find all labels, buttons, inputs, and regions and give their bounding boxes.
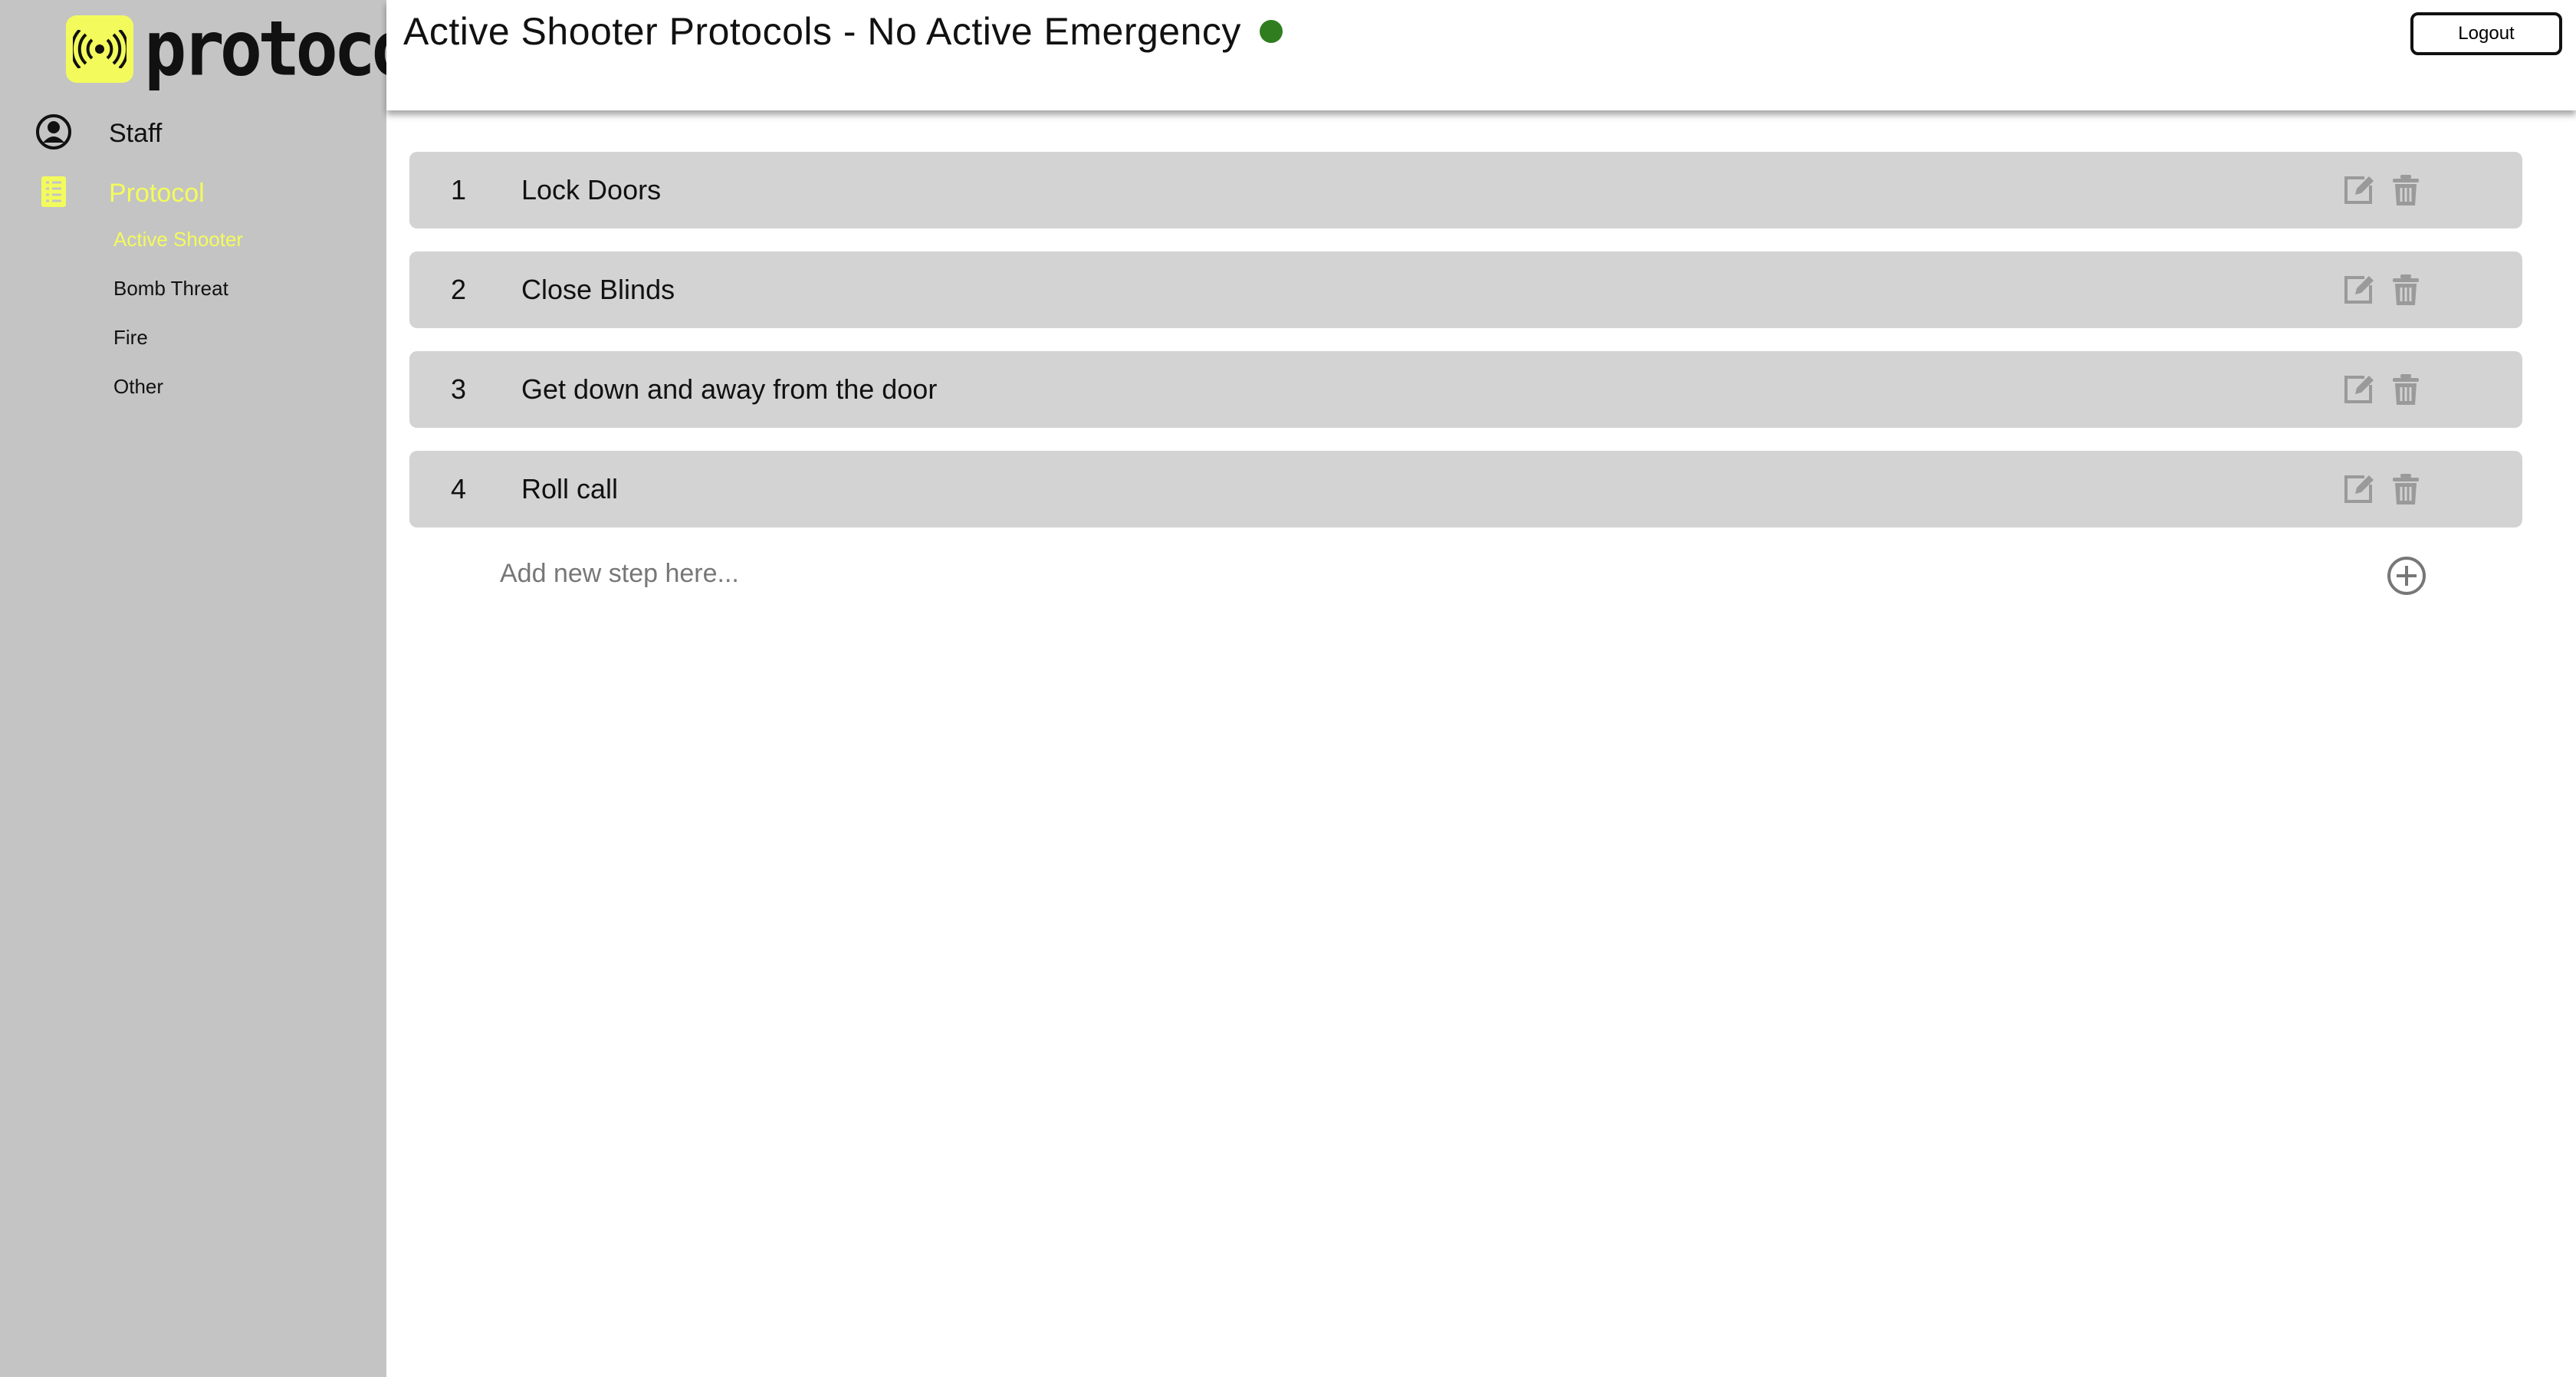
edit-icon[interactable] bbox=[2340, 172, 2377, 209]
checklist-icon bbox=[35, 173, 72, 214]
sidebar-item-label: Protocol bbox=[109, 179, 205, 208]
edit-icon[interactable] bbox=[2340, 371, 2377, 408]
step-number: 1 bbox=[451, 174, 467, 205]
edit-icon[interactable] bbox=[2340, 271, 2377, 308]
trash-icon[interactable] bbox=[2387, 271, 2424, 308]
step-row: 2 Close Blinds bbox=[409, 251, 2522, 328]
step-text: Get down and away from the door bbox=[521, 373, 938, 405]
user-circle-icon bbox=[35, 113, 72, 154]
submenu-item-active-shooter[interactable]: Active Shooter bbox=[113, 225, 243, 274]
header: Active Shooter Protocols - No Active Eme… bbox=[386, 0, 2576, 110]
steps-list: 1 Lock Doors 2 Close Blinds 3 Get down a… bbox=[409, 152, 2522, 550]
submenu-item-other[interactable]: Other bbox=[113, 373, 243, 422]
step-row: 1 Lock Doors bbox=[409, 152, 2522, 228]
submenu-item-bomb-threat[interactable]: Bomb Threat bbox=[113, 274, 243, 324]
step-number: 2 bbox=[451, 274, 467, 305]
status-indicator bbox=[1259, 19, 1283, 43]
sidebar-item-protocol[interactable]: Protocol bbox=[35, 173, 205, 214]
add-step-row bbox=[409, 544, 2522, 606]
step-number: 4 bbox=[451, 473, 467, 504]
sidebar-item-label: Staff bbox=[109, 119, 163, 148]
submenu-item-fire[interactable]: Fire bbox=[113, 324, 243, 373]
add-circle-icon[interactable] bbox=[2386, 555, 2427, 596]
trash-icon[interactable] bbox=[2387, 172, 2424, 209]
step-text: Roll call bbox=[521, 473, 619, 504]
protocol-submenu: Active Shooter Bomb Threat Fire Other bbox=[113, 225, 243, 422]
sidebar-item-staff[interactable]: Staff bbox=[35, 113, 162, 154]
step-row: 3 Get down and away from the door bbox=[409, 351, 2522, 428]
add-step-input[interactable] bbox=[500, 555, 2033, 592]
edit-icon[interactable] bbox=[2340, 471, 2377, 508]
page-title: Active Shooter Protocols - No Active Eme… bbox=[403, 9, 1283, 54]
step-text: Close Blinds bbox=[521, 274, 675, 305]
sidebar: protocol Staff Protocol Active Shooter B… bbox=[0, 0, 452, 1377]
step-row: 4 Roll call bbox=[409, 451, 2522, 527]
step-text: Lock Doors bbox=[521, 174, 662, 205]
page-title-text: Active Shooter Protocols - No Active Eme… bbox=[403, 10, 1241, 53]
step-number: 3 bbox=[451, 373, 467, 405]
logout-button[interactable]: Logout bbox=[2410, 12, 2562, 55]
broadcast-icon bbox=[66, 15, 133, 83]
trash-icon[interactable] bbox=[2387, 471, 2424, 508]
trash-icon[interactable] bbox=[2387, 371, 2424, 408]
